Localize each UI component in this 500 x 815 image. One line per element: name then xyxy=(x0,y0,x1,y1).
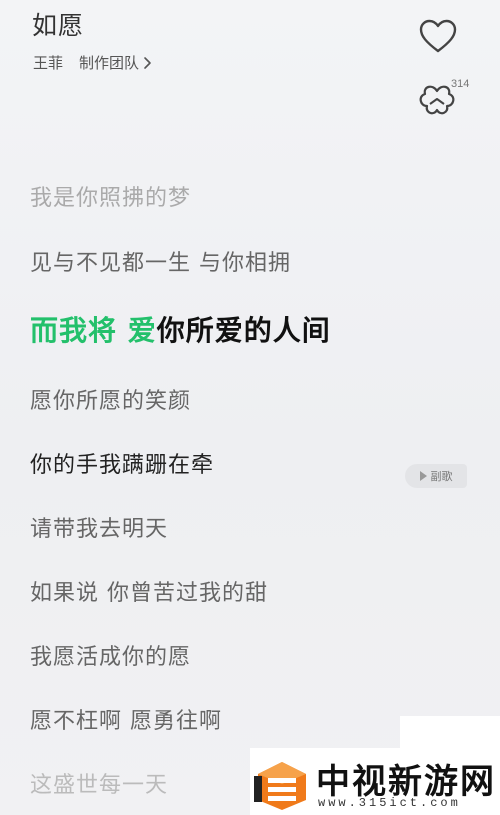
play-icon xyxy=(419,471,427,481)
lyric-line[interactable]: 这盛世每一天 xyxy=(30,767,168,799)
site-logo-icon xyxy=(254,762,306,810)
lyric-line[interactable]: 如果说 你曾苦过我的甜 xyxy=(30,575,268,607)
chorus-label: 副歌 xyxy=(430,470,453,483)
lyric-line[interactable]: 愿你所愿的笑颜 xyxy=(30,383,191,415)
lyric-unsung-part: 你所爱的人间 xyxy=(156,314,331,347)
chorus-play-button[interactable]: 副歌 xyxy=(405,464,467,488)
lyric-line-current[interactable]: 而我将 爱你所爱的人间 xyxy=(30,309,331,349)
lyric-line[interactable]: 你的手我蹒跚在牵 xyxy=(30,447,214,479)
watermark-background xyxy=(400,716,500,750)
lyric-line[interactable]: 我愿活成你的愿 xyxy=(30,639,191,671)
lyric-line[interactable]: 我是你照拂的梦 xyxy=(30,180,191,212)
lyrics-panel[interactable]: 我是你照拂的梦 见与不见都一生 与你相拥 而我将 爱你所爱的人间 愿你所愿的笑颜… xyxy=(0,0,500,815)
lyric-line[interactable]: 见与不见都一生 与你相拥 xyxy=(30,245,291,277)
site-watermark: 中视新游网 www.315ict.com xyxy=(250,716,500,815)
lyric-sung-part: 而我将 爱 xyxy=(30,314,157,347)
lyric-line[interactable]: 请带我去明天 xyxy=(30,511,168,543)
watermark-url: www.315ict.com xyxy=(318,796,461,810)
lyric-line[interactable]: 愿不枉啊 愿勇往啊 xyxy=(30,703,222,735)
